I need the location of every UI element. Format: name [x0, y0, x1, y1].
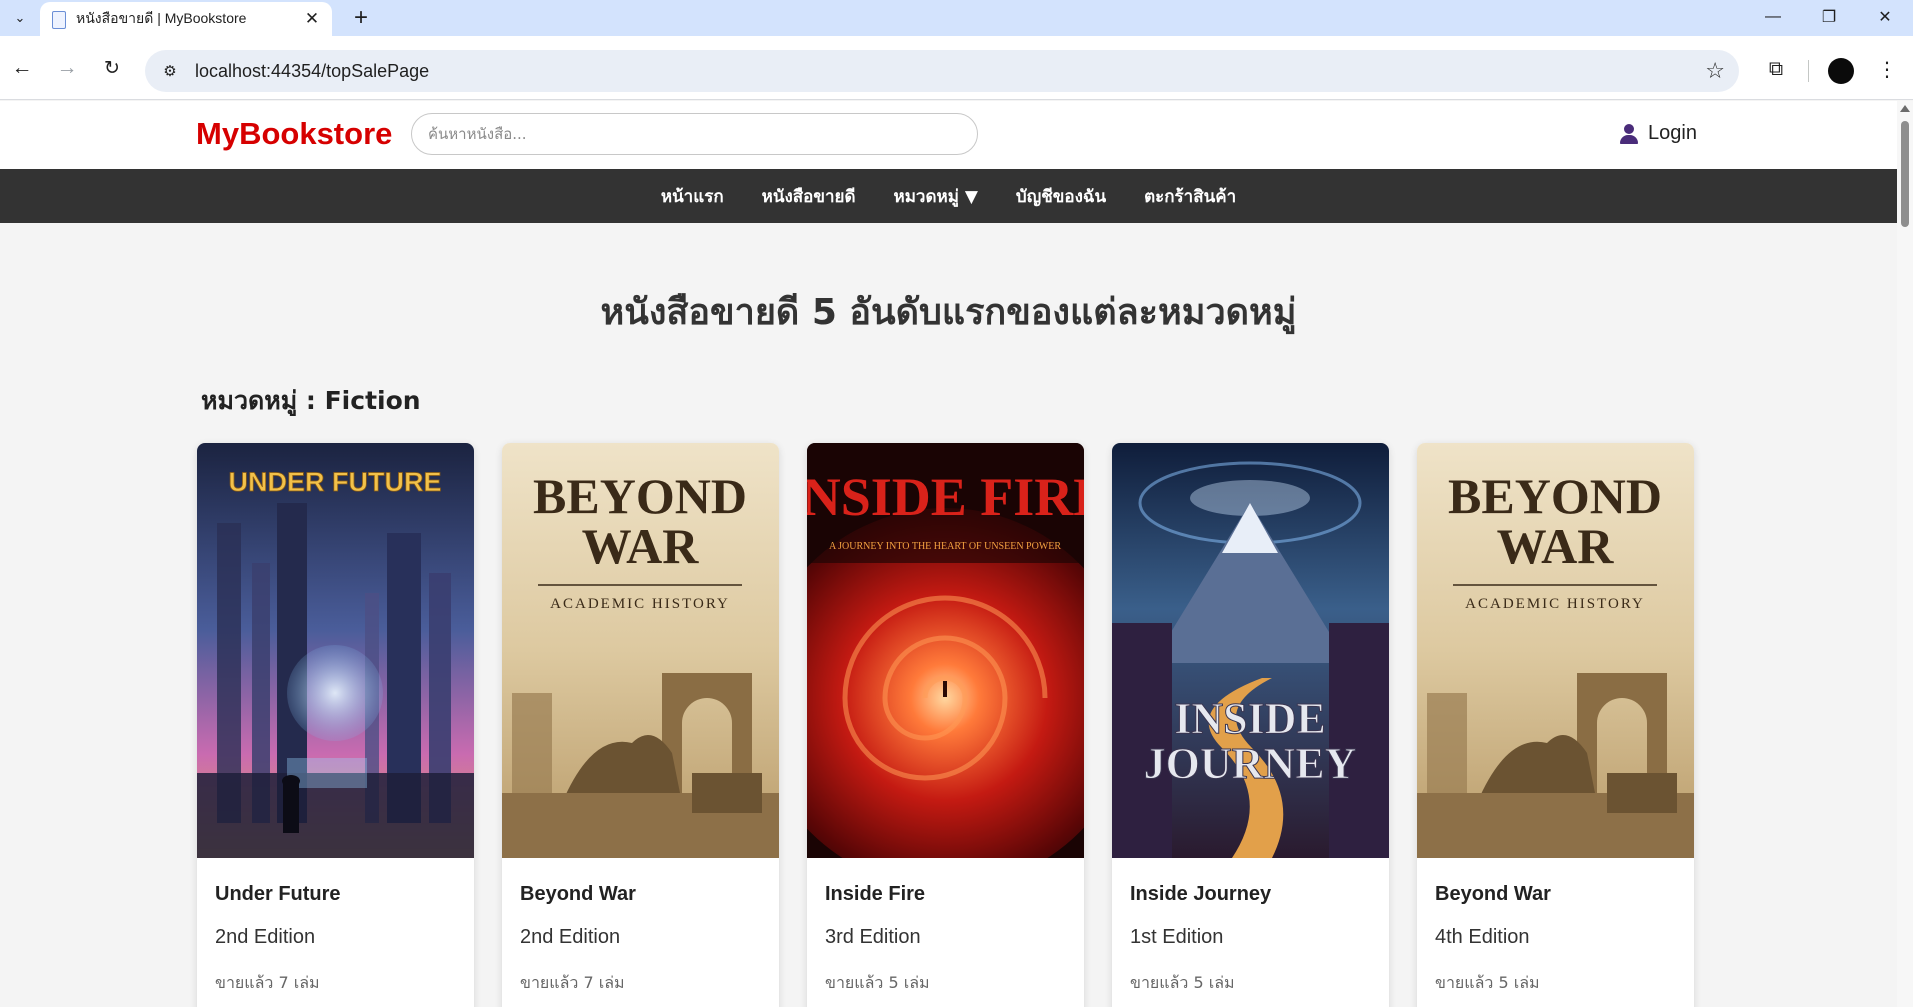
nav-item-my-account[interactable]: บัญชีของฉัน — [1016, 183, 1106, 210]
book-sold-count: ขายแล้ว 5 เล่ม — [825, 973, 930, 992]
browser-tab-strip: ⌄ หนังสือขายดี | MyBookstore ✕ + — ❐ ✕ — [0, 0, 1913, 36]
site-info-icon[interactable]: ⚙ — [159, 60, 181, 82]
user-icon — [1620, 123, 1638, 144]
site-logo[interactable]: MyBookstore — [196, 116, 392, 152]
book-sold-count: ขายแล้ว 7 เล่ม — [215, 973, 320, 992]
book-sold-count: ขายแล้ว 5 เล่ม — [1435, 973, 1540, 992]
book-title[interactable]: Beyond War — [1435, 883, 1551, 906]
profile-avatar[interactable] — [1828, 58, 1854, 84]
book-sold-count: ขายแล้ว 5 เล่ม — [1130, 973, 1235, 992]
svg-text:BEYOND: BEYOND — [533, 468, 747, 524]
book-edition: 2nd Edition — [215, 926, 316, 948]
book-cover-image[interactable]: UNDER FUTURE — [197, 443, 474, 858]
cover-subtitle-text: A JOURNEY INTO THE HEART OF UNSEEN POWER — [829, 541, 1061, 552]
address-bar[interactable]: ⚙ localhost:44354/topSalePage ☆ — [145, 50, 1739, 92]
book-card[interactable]: BEYOND WAR ACADEMIC HISTORY Beyond War 4… — [1417, 443, 1694, 1007]
category-heading: หมวดหมู่ : Fiction — [201, 386, 421, 415]
page-favicon-icon — [50, 11, 66, 29]
book-edition: 4th Edition — [1435, 926, 1530, 948]
svg-text:JOURNEY: JOURNEY — [1144, 739, 1357, 788]
book-card[interactable]: BEYOND WAR ACADEMIC HISTORY Beyond War 2… — [502, 443, 779, 1007]
book-title[interactable]: Under Future — [215, 883, 341, 906]
reload-icon[interactable]: ↻ — [97, 53, 127, 83]
browser-toolbar: ← → ↻ ⚙ localhost:44354/topSalePage ☆ ⧉ — [0, 36, 1913, 100]
tab-search-icon[interactable]: ⌄ — [6, 4, 34, 32]
browser-menu-icon[interactable]: ⋮ — [1873, 55, 1901, 83]
book-cover-image[interactable]: INSIDE JOURNEY — [1112, 443, 1389, 858]
svg-text:BEYOND: BEYOND — [1448, 468, 1662, 524]
close-tab-icon[interactable]: ✕ — [302, 9, 322, 29]
login-link[interactable]: Login — [1620, 122, 1697, 145]
cover-subtitle-text: ACADEMIC HISTORY — [1465, 596, 1645, 612]
nav-item-home[interactable]: หน้าแรก — [661, 183, 724, 210]
book-edition: 1st Edition — [1130, 926, 1224, 948]
page-title: หนังสือขายดี 5 อันดับแรกของแต่ละหมวดหมู่ — [600, 292, 1297, 333]
book-title[interactable]: Beyond War — [520, 883, 636, 906]
svg-text:WAR: WAR — [582, 518, 700, 574]
scroll-up-arrow-icon[interactable] — [1900, 105, 1910, 112]
book-cover-image[interactable]: BEYOND WAR ACADEMIC HISTORY — [1417, 443, 1694, 858]
nav-item-categories[interactable]: หมวดหมู่ ▼ — [894, 183, 978, 210]
svg-text:WAR: WAR — [1497, 518, 1615, 574]
back-arrow-icon[interactable]: ← — [7, 53, 37, 83]
browser-tab[interactable]: หนังสือขายดี | MyBookstore ✕ — [40, 2, 332, 36]
book-edition: 3rd Edition — [825, 926, 921, 948]
book-title[interactable]: Inside Journey — [1130, 883, 1271, 906]
book-card[interactable]: INSIDE FIRE A JOURNEY INTO THE HEART OF … — [807, 443, 1084, 1007]
book-title[interactable]: Inside Fire — [825, 883, 925, 906]
book-sold-count: ขายแล้ว 7 เล่ม — [520, 973, 625, 992]
cover-title-text: INSIDE FIRE — [807, 467, 1084, 527]
book-cover-image[interactable]: BEYOND WAR ACADEMIC HISTORY — [502, 443, 779, 858]
login-label: Login — [1648, 122, 1697, 144]
toolbar-divider — [1808, 60, 1809, 82]
page-viewport: MyBookstore Login หน้าแรก หนังสือขายดี ห… — [0, 101, 1897, 1007]
close-window-icon[interactable]: ✕ — [1857, 0, 1913, 34]
forward-arrow-icon[interactable]: → — [52, 53, 82, 83]
bookmark-star-icon[interactable]: ☆ — [1705, 58, 1725, 84]
scrollbar-thumb[interactable] — [1901, 121, 1909, 227]
new-tab-icon[interactable]: + — [346, 3, 376, 33]
url-text[interactable]: localhost:44354/topSalePage — [195, 61, 429, 82]
extensions-puzzle-icon[interactable]: ⧉ — [1762, 55, 1790, 83]
search-input[interactable] — [411, 113, 978, 155]
svg-text:INSIDE: INSIDE — [1174, 694, 1326, 743]
book-card[interactable]: INSIDE JOURNEY Inside Journey 1st Editio… — [1112, 443, 1389, 1007]
book-cover-image[interactable]: INSIDE FIRE A JOURNEY INTO THE HEART OF … — [807, 443, 1084, 858]
site-header: MyBookstore Login — [0, 101, 1897, 169]
restore-icon[interactable]: ❐ — [1801, 0, 1857, 34]
page-scrollbar[interactable] — [1897, 101, 1913, 1007]
book-edition: 2nd Edition — [520, 926, 621, 948]
tab-title: หนังสือขายดี | MyBookstore — [76, 10, 247, 26]
nav-item-bestsellers[interactable]: หนังสือขายดี — [762, 183, 856, 210]
nav-item-cart[interactable]: ตะกร้าสินค้า — [1144, 183, 1236, 210]
main-navigation: หน้าแรก หนังสือขายดี หมวดหมู่ ▼ บัญชีของ… — [0, 169, 1897, 223]
cover-title-text: UNDER FUTURE — [229, 467, 442, 497]
cover-subtitle-text: ACADEMIC HISTORY — [550, 596, 730, 612]
book-card[interactable]: UNDER FUTURE Under Future 2nd Edition ขา… — [197, 443, 474, 1007]
minimize-icon[interactable]: — — [1745, 0, 1801, 34]
